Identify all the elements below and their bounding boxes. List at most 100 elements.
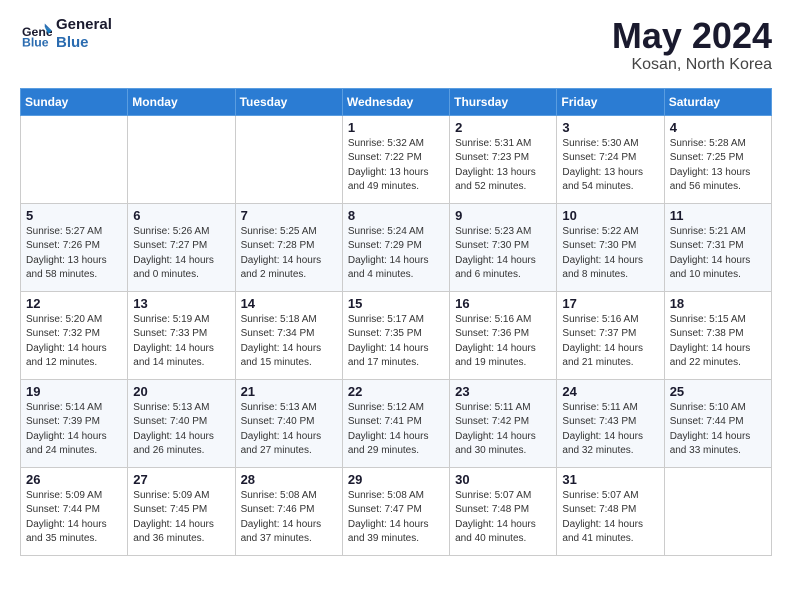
calendar-cell: 13 Sunrise: 5:19 AM Sunset: 7:33 PM Dayli… [128, 291, 235, 379]
day-info: Sunrise: 5:19 AM Sunset: 7:33 PM Dayligh… [133, 313, 229, 371]
day-number: 29 [348, 472, 444, 487]
day-info: Sunrise: 5:10 AM Sunset: 7:44 PM Dayligh… [670, 401, 766, 459]
day-number: 19 [26, 384, 122, 399]
calendar-cell: 8Sunrise: 5:24 AM Sunset: 7:29 PM Daylig… [342, 203, 449, 291]
day-number: 23 [455, 384, 551, 399]
calendar-cell [664, 467, 771, 555]
day-number: 6 [133, 208, 229, 223]
calendar-cell: 7Sunrise: 5:25 AM Sunset: 7:28 PM Daylig… [235, 203, 342, 291]
day-number: 9 [455, 208, 551, 223]
day-of-week-header: Thursday [450, 88, 557, 115]
logo-text-general: General [56, 16, 112, 34]
day-number: 22 [348, 384, 444, 399]
calendar-cell: 6 Sunrise: 5:26 AM Sunset: 7:27 PM Daylig… [128, 203, 235, 291]
calendar-cell: 26 Sunrise: 5:09 AM Sunset: 7:44 PM Dayli… [21, 467, 128, 555]
day-info: Sunrise: 5:11 AM Sunset: 7:43 PM Dayligh… [562, 401, 658, 459]
day-number: 28 [241, 472, 337, 487]
day-number: 30 [455, 472, 551, 487]
day-info: Sunrise: 5:16 AM Sunset: 7:37 PM Dayligh… [562, 313, 658, 371]
svg-text:Blue: Blue [22, 35, 49, 48]
day-number: 20 [133, 384, 229, 399]
day-info: Sunrise: 5:18 AM Sunset: 7:34 PM Dayligh… [241, 313, 337, 371]
day-info: Sunrise: 5:15 AM Sunset: 7:38 PM Dayligh… [670, 313, 766, 371]
calendar-cell: 20 Sunrise: 5:13 AM Sunset: 7:40 PM Dayli… [128, 379, 235, 467]
calendar-cell: 16 Sunrise: 5:16 AM Sunset: 7:36 PM Dayli… [450, 291, 557, 379]
day-number: 16 [455, 296, 551, 311]
page-header: General Blue General Blue May 2024 Kosan… [20, 16, 772, 74]
calendar-cell [128, 115, 235, 203]
calendar-cell: 21 Sunrise: 5:13 AM Sunset: 7:40 PM Dayli… [235, 379, 342, 467]
day-number: 17 [562, 296, 658, 311]
day-info: Sunrise: 5:31 AM Sunset: 7:23 PM Dayligh… [455, 137, 551, 195]
day-info: Sunrise: 5:25 AM Sunset: 7:28 PM Dayligh… [241, 225, 337, 283]
calendar-cell: 19 Sunrise: 5:14 AM Sunset: 7:39 PM Dayli… [21, 379, 128, 467]
calendar-page: General Blue General Blue May 2024 Kosan… [0, 0, 792, 572]
day-number: 10 [562, 208, 658, 223]
calendar-cell: 4 Sunrise: 5:28 AM Sunset: 7:25 PM Daylig… [664, 115, 771, 203]
day-of-week-header: Saturday [664, 88, 771, 115]
day-info: Sunrise: 5:28 AM Sunset: 7:25 PM Dayligh… [670, 137, 766, 195]
day-of-week-header: Tuesday [235, 88, 342, 115]
calendar-cell: 23 Sunrise: 5:11 AM Sunset: 7:42 PM Dayli… [450, 379, 557, 467]
day-info: Sunrise: 5:22 AM Sunset: 7:30 PM Dayligh… [562, 225, 658, 283]
calendar-cell: 22 Sunrise: 5:12 AM Sunset: 7:41 PM Dayli… [342, 379, 449, 467]
location: Kosan, North Korea [612, 56, 772, 74]
logo: General Blue General Blue [20, 16, 112, 52]
day-info: Sunrise: 5:16 AM Sunset: 7:36 PM Dayligh… [455, 313, 551, 371]
day-number: 11 [670, 208, 766, 223]
day-number: 26 [26, 472, 122, 487]
calendar-cell: 18 Sunrise: 5:15 AM Sunset: 7:38 PM Dayli… [664, 291, 771, 379]
title-block: May 2024 Kosan, North Korea [612, 16, 772, 74]
day-info: Sunrise: 5:09 AM Sunset: 7:44 PM Dayligh… [26, 489, 122, 547]
day-number: 27 [133, 472, 229, 487]
day-of-week-header: Sunday [21, 88, 128, 115]
day-info: Sunrise: 5:11 AM Sunset: 7:42 PM Dayligh… [455, 401, 551, 459]
day-info: Sunrise: 5:12 AM Sunset: 7:41 PM Dayligh… [348, 401, 444, 459]
calendar-cell: 1Sunrise: 5:32 AM Sunset: 7:22 PM Daylig… [342, 115, 449, 203]
day-number: 21 [241, 384, 337, 399]
calendar-cell: 28 Sunrise: 5:08 AM Sunset: 7:46 PM Dayli… [235, 467, 342, 555]
day-info: Sunrise: 5:23 AM Sunset: 7:30 PM Dayligh… [455, 225, 551, 283]
day-number: 5 [26, 208, 122, 223]
day-info: Sunrise: 5:30 AM Sunset: 7:24 PM Dayligh… [562, 137, 658, 195]
day-of-week-header: Friday [557, 88, 664, 115]
day-number: 4 [670, 120, 766, 135]
calendar-cell: 27 Sunrise: 5:09 AM Sunset: 7:45 PM Dayli… [128, 467, 235, 555]
day-info: Sunrise: 5:13 AM Sunset: 7:40 PM Dayligh… [133, 401, 229, 459]
calendar-cell: 17 Sunrise: 5:16 AM Sunset: 7:37 PM Dayli… [557, 291, 664, 379]
day-of-week-header: Monday [128, 88, 235, 115]
calendar-cell: 5 Sunrise: 5:27 AM Sunset: 7:26 PM Daylig… [21, 203, 128, 291]
day-number: 18 [670, 296, 766, 311]
day-info: Sunrise: 5:08 AM Sunset: 7:46 PM Dayligh… [241, 489, 337, 547]
calendar-cell: 29Sunrise: 5:08 AM Sunset: 7:47 PM Dayli… [342, 467, 449, 555]
logo-icon: General Blue [20, 20, 52, 48]
day-info: Sunrise: 5:26 AM Sunset: 7:27 PM Dayligh… [133, 225, 229, 283]
day-info: Sunrise: 5:17 AM Sunset: 7:35 PM Dayligh… [348, 313, 444, 371]
day-number: 24 [562, 384, 658, 399]
day-info: Sunrise: 5:14 AM Sunset: 7:39 PM Dayligh… [26, 401, 122, 459]
day-info: Sunrise: 5:21 AM Sunset: 7:31 PM Dayligh… [670, 225, 766, 283]
day-info: Sunrise: 5:24 AM Sunset: 7:29 PM Dayligh… [348, 225, 444, 283]
day-number: 15 [348, 296, 444, 311]
day-number: 31 [562, 472, 658, 487]
calendar-cell: 12Sunrise: 5:20 AM Sunset: 7:32 PM Dayli… [21, 291, 128, 379]
calendar-cell: 11 Sunrise: 5:21 AM Sunset: 7:31 PM Dayli… [664, 203, 771, 291]
day-info: Sunrise: 5:07 AM Sunset: 7:48 PM Dayligh… [562, 489, 658, 547]
day-number: 13 [133, 296, 229, 311]
logo-text-blue: Blue [56, 34, 112, 52]
calendar-cell: 25Sunrise: 5:10 AM Sunset: 7:44 PM Dayli… [664, 379, 771, 467]
calendar-cell [235, 115, 342, 203]
calendar-cell: 10 Sunrise: 5:22 AM Sunset: 7:30 PM Dayli… [557, 203, 664, 291]
day-info: Sunrise: 5:27 AM Sunset: 7:26 PM Dayligh… [26, 225, 122, 283]
day-info: Sunrise: 5:13 AM Sunset: 7:40 PM Dayligh… [241, 401, 337, 459]
calendar-cell: 9 Sunrise: 5:23 AM Sunset: 7:30 PM Daylig… [450, 203, 557, 291]
day-info: Sunrise: 5:07 AM Sunset: 7:48 PM Dayligh… [455, 489, 551, 547]
day-number: 2 [455, 120, 551, 135]
month-title: May 2024 [612, 16, 772, 56]
calendar-table: SundayMondayTuesdayWednesdayThursdayFrid… [20, 88, 772, 556]
day-info: Sunrise: 5:09 AM Sunset: 7:45 PM Dayligh… [133, 489, 229, 547]
day-number: 12 [26, 296, 122, 311]
calendar-cell: 14 Sunrise: 5:18 AM Sunset: 7:34 PM Dayli… [235, 291, 342, 379]
calendar-cell: 3Sunrise: 5:30 AM Sunset: 7:24 PM Daylig… [557, 115, 664, 203]
day-number: 14 [241, 296, 337, 311]
